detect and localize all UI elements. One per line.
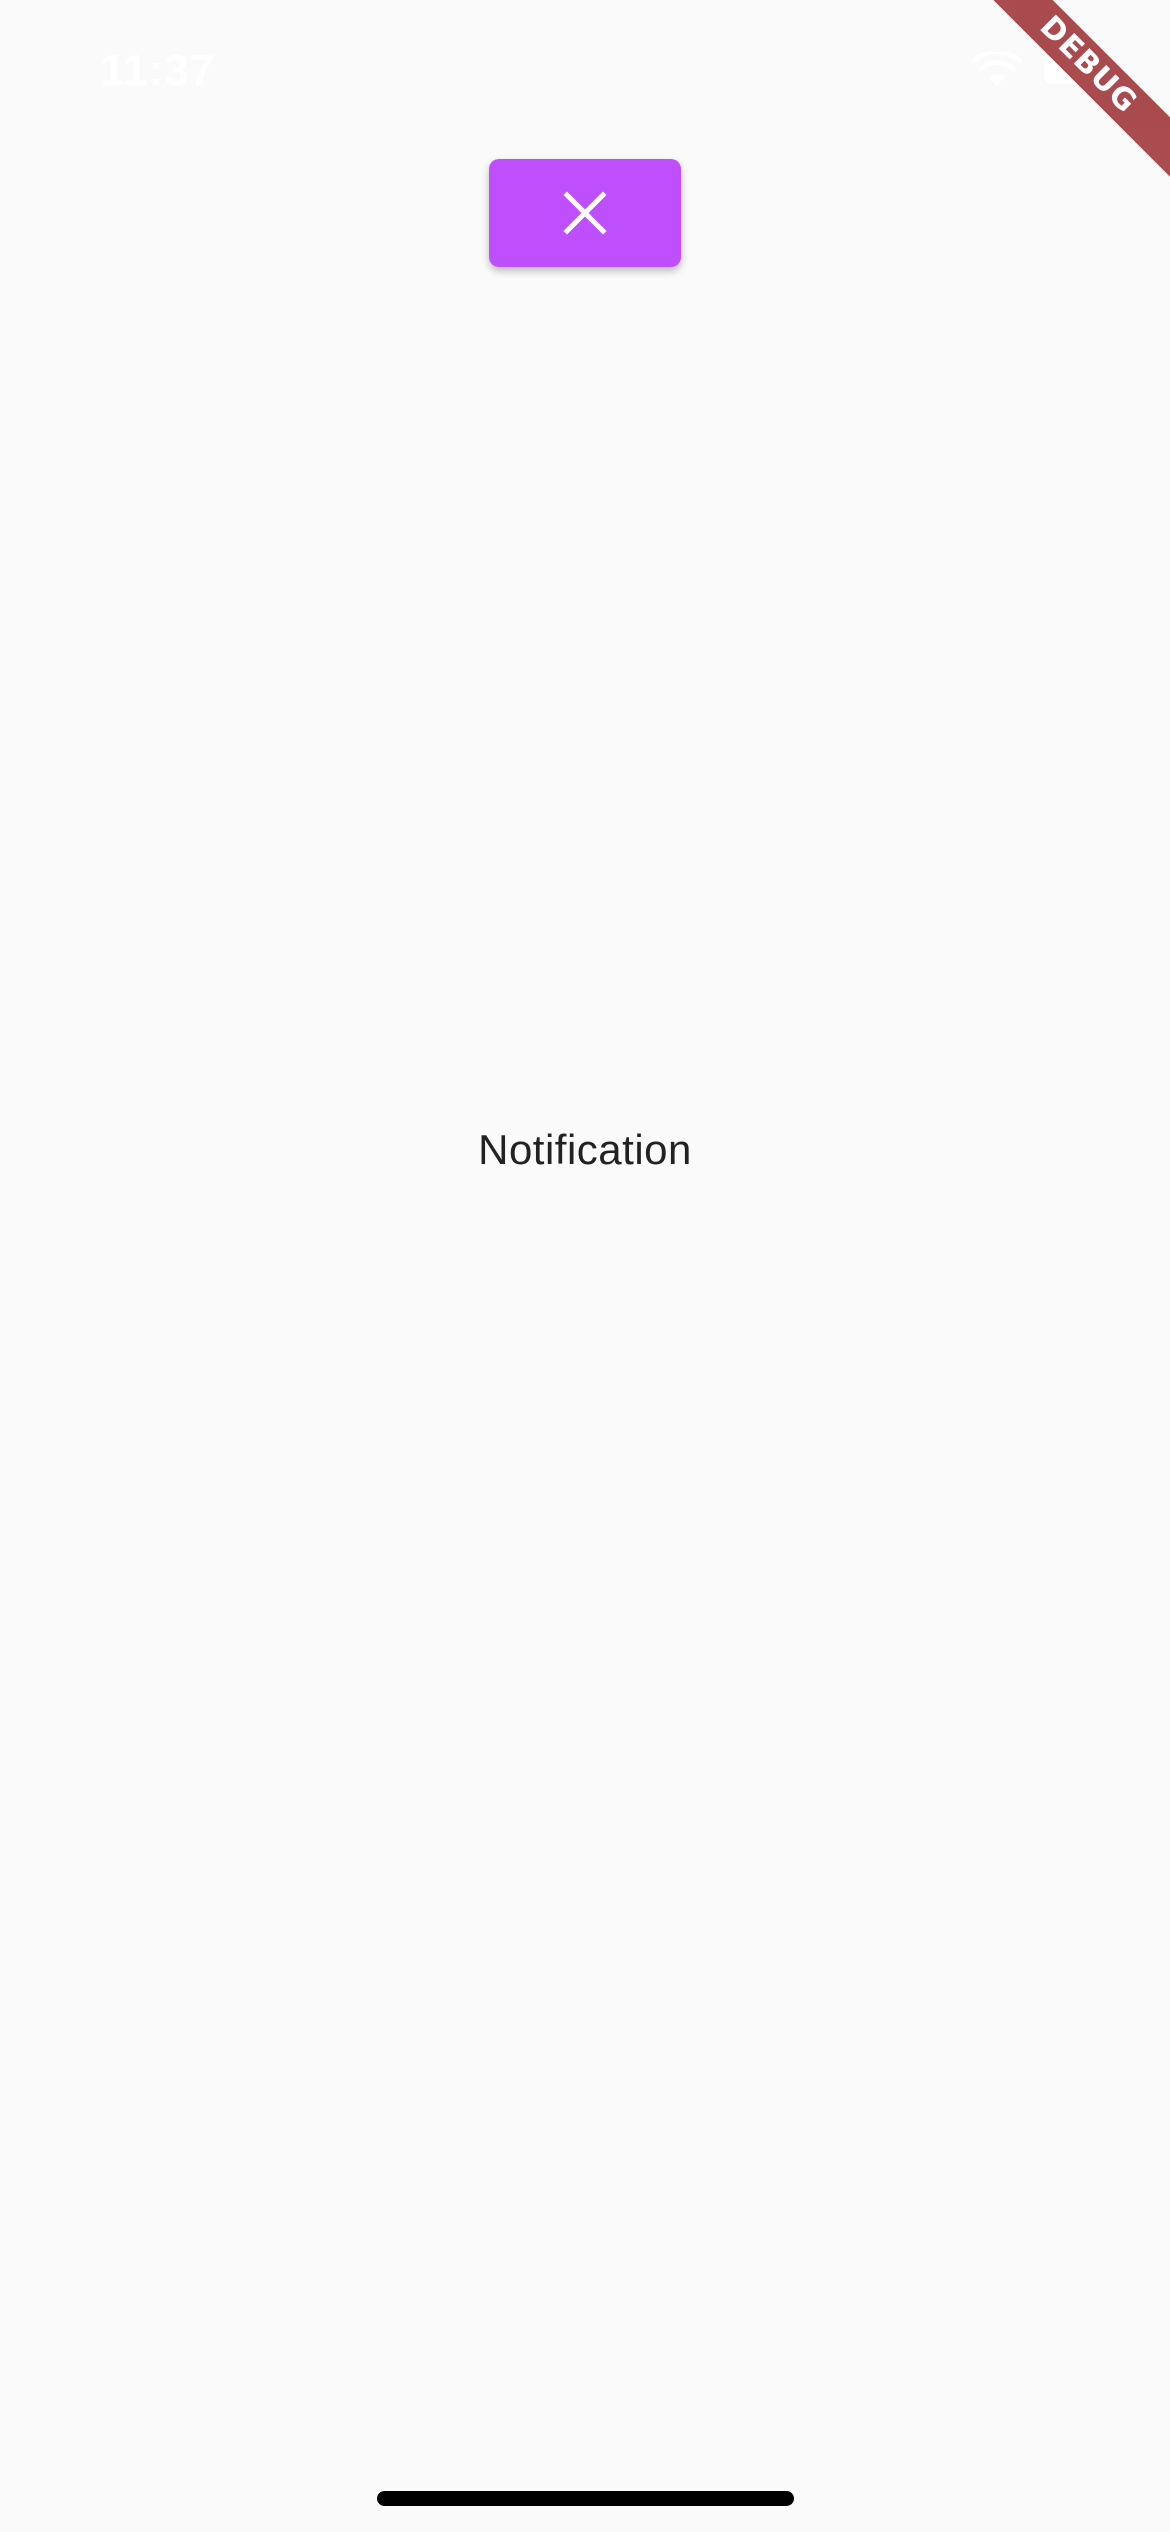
close-icon [563,191,607,235]
debug-banner: DEBUG [990,0,1170,180]
notification-label: Notification [478,1126,692,1173]
debug-banner-label: DEBUG [990,0,1170,180]
close-button[interactable] [489,159,681,267]
status-time: 11:37 [100,46,216,95]
home-indicator[interactable] [377,2491,794,2506]
